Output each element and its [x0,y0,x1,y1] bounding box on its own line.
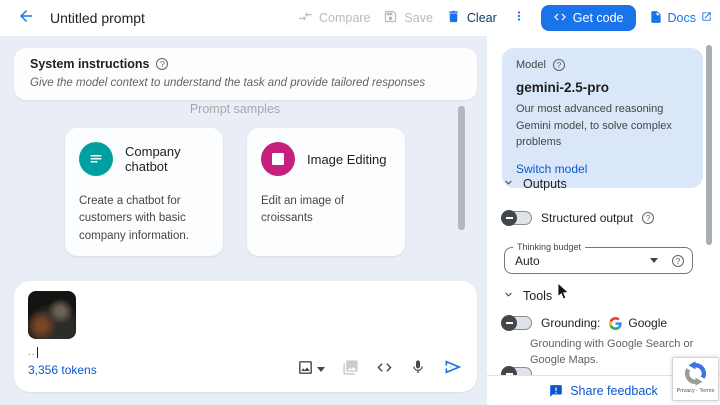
insert-media-button[interactable] [297,359,325,381]
sample-card-description: Create a chatbot for customers with basi… [79,193,209,245]
feedback-icon [549,384,563,398]
dropdown-caret-icon [650,258,658,263]
ai-studio-app: Untitled prompt Compare Save Clear [0,0,720,405]
code-icon [553,10,567,27]
docs-button[interactable]: Docs [649,10,712,27]
send-icon [443,357,463,382]
prompt-area: System instructions Give the model conte… [0,36,487,405]
top-bar: Untitled prompt Compare Save Clear [0,0,720,36]
insert-image-icon [297,359,314,381]
outputs-heading: Outputs [523,177,567,191]
dropdown-caret-icon [317,367,325,372]
clear-button[interactable]: Clear [446,9,497,27]
clear-label: Clear [467,11,497,25]
code-brackets-icon [376,359,393,381]
trash-icon [446,9,461,27]
sample-media-icon [342,359,359,381]
sample-media-button[interactable] [342,359,359,381]
system-instructions-placeholder[interactable]: Give the model context to understand the… [30,77,461,89]
grounding-label: Grounding: [541,316,600,330]
system-instructions-card[interactable]: System instructions Give the model conte… [14,48,477,100]
run-settings-panel: Model gemini-2.5-pro Our most advanced r… [487,36,720,405]
model-card: Model gemini-2.5-pro Our most advanced r… [502,48,703,188]
prompt-samples-heading: Prompt samples [0,102,470,116]
microphone-icon [410,359,426,380]
toolbar-actions: Compare Save Clear [298,5,712,31]
recaptcha-badge[interactable]: Privacy - Terms [672,357,719,401]
grounding-toggle[interactable] [502,316,532,330]
toggle-knob-icon [501,315,517,331]
thinking-budget-help-icon[interactable] [672,255,684,267]
outputs-section-header[interactable]: Outputs [502,176,567,192]
mic-button[interactable] [410,359,426,380]
toggle-knob-icon [501,210,517,226]
switch-model-link[interactable]: Switch model [516,162,689,176]
save-label: Save [404,11,433,25]
recaptcha-privacy-terms[interactable]: Privacy - Terms [677,388,715,394]
get-code-label: Get code [573,11,624,25]
grounding-row: Grounding: Google [502,316,667,330]
back-arrow-icon [17,7,35,30]
recaptcha-logo-icon [683,361,708,386]
system-instructions-title: System instructions [30,57,149,71]
structured-output-label: Structured output [541,211,633,225]
sample-card-title: Company chatbot [125,144,209,174]
more-options-button[interactable] [510,8,528,29]
structured-output-row: Structured output [502,211,654,225]
save-icon [383,9,398,27]
settings-panel-scrollbar[interactable] [706,45,712,245]
model-name: gemini-2.5-pro [516,80,689,95]
docs-label: Docs [668,11,696,25]
document-icon [649,10,663,27]
model-description: Our most advanced reasoning Gemini model… [516,101,689,151]
model-help-icon[interactable] [553,59,565,71]
main-content: System instructions Give the model conte… [0,36,720,405]
external-link-icon [701,11,712,25]
thinking-budget-label: Thinking budget [513,242,585,252]
chat-lines-icon [79,142,113,176]
image-icon [261,142,295,176]
kebab-menu-icon [512,8,526,29]
compare-icon [298,9,313,27]
structured-output-help-icon[interactable] [642,212,654,224]
structured-output-toggle[interactable] [502,211,532,225]
get-code-button[interactable]: Get code [541,5,636,31]
chevron-down-icon [502,176,515,192]
sample-card-company-chatbot[interactable]: Company chatbot Create a chatbot for cus… [65,128,223,256]
save-button[interactable]: Save [383,9,433,27]
chevron-down-icon [502,288,515,304]
help-icon[interactable] [156,58,168,70]
tools-section-header[interactable]: Tools [502,288,552,304]
sample-card-image-editing[interactable]: Image Editing Edit an image of croissant… [247,128,405,256]
grounding-provider: Google [628,316,667,330]
sample-card-title: Image Editing [307,152,387,167]
back-button[interactable] [14,6,38,30]
thinking-budget-dropdown[interactable]: Thinking budget Auto [504,247,693,274]
attached-image-thumbnail[interactable] [28,291,76,339]
share-feedback-link[interactable]: Share feedback [570,384,658,398]
prompt-title[interactable]: Untitled prompt [50,10,145,26]
mouse-cursor [557,282,570,306]
sample-card-description: Edit an image of croissants [261,193,391,228]
prompt-area-scrollbar[interactable] [458,106,465,230]
compare-button[interactable]: Compare [298,9,370,27]
tools-heading: Tools [523,289,552,303]
run-button[interactable] [443,357,463,382]
thinking-budget-value: Auto [515,254,540,268]
token-count: 3,356 tokens [28,363,97,377]
compare-label: Compare [319,11,370,25]
google-g-icon [609,317,622,330]
insert-code-button[interactable] [376,359,393,381]
prompt-input-card[interactable]: .. 3,356 tokens [14,281,477,392]
model-label: Model [516,59,546,71]
